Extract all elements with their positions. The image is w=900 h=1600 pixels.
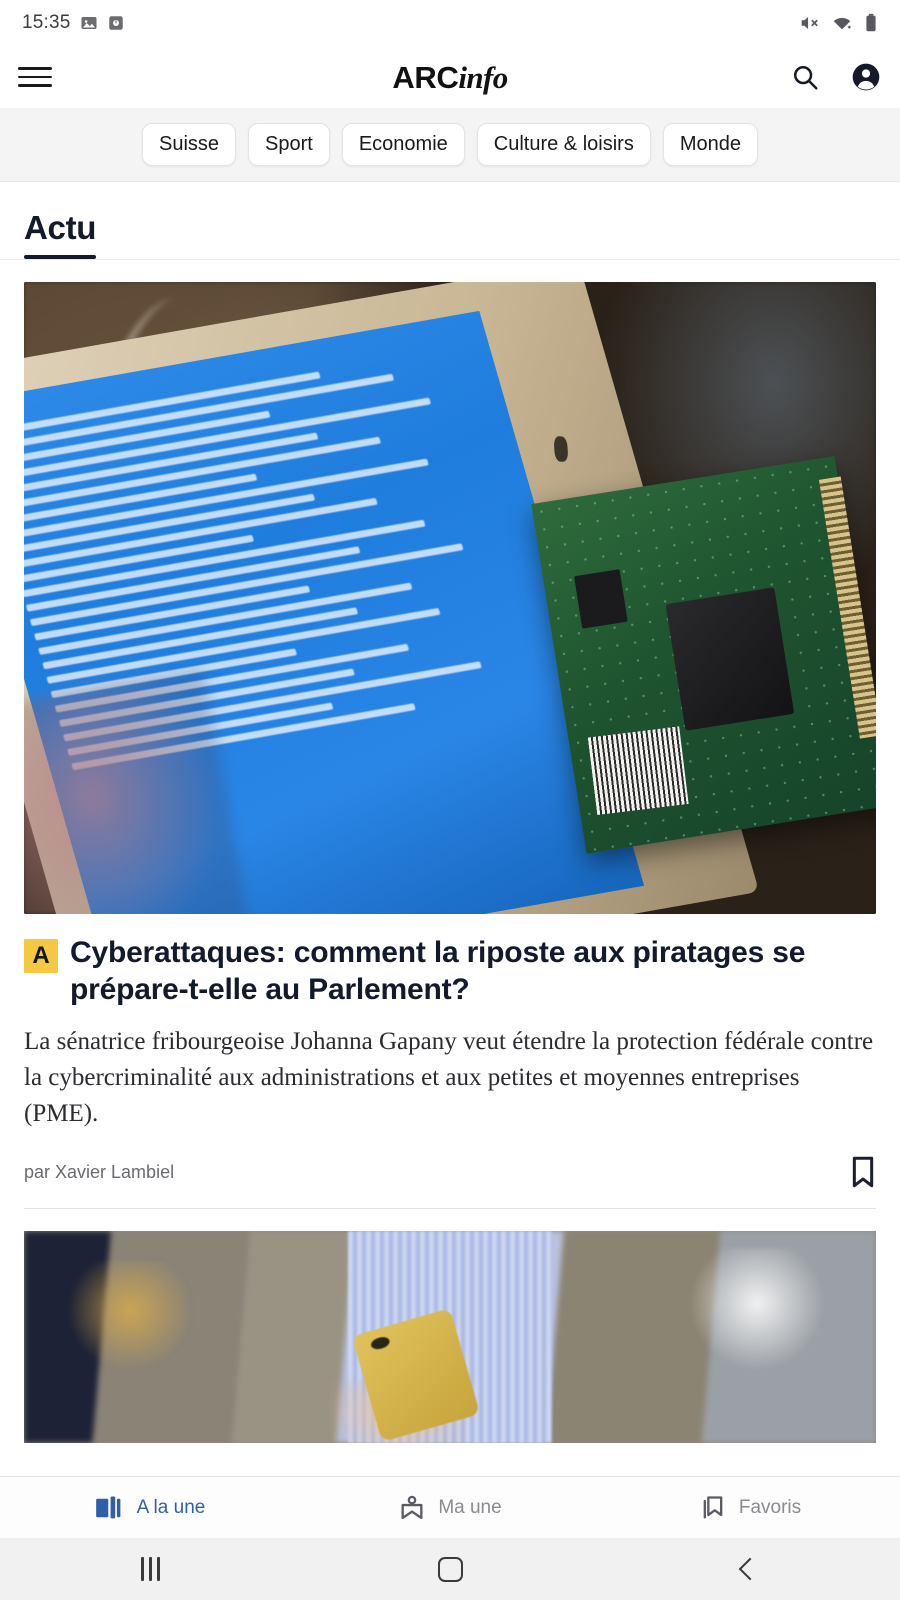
article-footer: par Xavier Lambiel — [24, 1156, 876, 1208]
android-system-nav — [0, 1538, 900, 1600]
category-chip-economie[interactable]: Economie — [341, 123, 465, 166]
status-bar-clock: 15:35 — [22, 12, 71, 33]
category-chip-monde[interactable]: Monde — [662, 123, 758, 166]
battery-icon — [866, 13, 876, 32]
article-card-primary[interactable]: A Cyberattaques: comment la riposte aux … — [24, 260, 876, 1210]
category-chip-sport[interactable]: Sport — [248, 123, 330, 166]
bottom-nav-label-a-la-une: A la une — [136, 1496, 206, 1518]
status-bar: 15:35 — [0, 0, 900, 46]
bottom-nav-label-ma-une: Ma une — [438, 1496, 502, 1518]
app-logo: ARCinfo — [0, 62, 900, 93]
app-header-actions — [790, 61, 882, 93]
bottom-nav-ma-une[interactable]: Ma une — [300, 1494, 600, 1522]
mute-icon — [801, 17, 818, 29]
article-title[interactable]: Cyberattaques: comment la riposte aux pi… — [70, 934, 876, 1008]
recents-icon[interactable] — [0, 1557, 300, 1581]
photo2-gold-chair — [66, 1261, 195, 1372]
category-chip-culture-loisirs[interactable]: Culture & loisirs — [476, 123, 651, 166]
status-bar-right — [798, 12, 878, 34]
status-bar-left: 15:35 — [22, 12, 125, 34]
logo-text-info: info — [458, 59, 508, 95]
category-chip-suisse[interactable]: Suisse — [142, 123, 237, 166]
bottom-nav-a-la-une[interactable]: A la une — [0, 1495, 300, 1521]
section-tab-bar: Actu — [0, 182, 900, 260]
photo-circuit-board — [530, 456, 876, 854]
image-icon — [81, 17, 97, 29]
category-chip-bar: Suisse Sport Economie Culture & loisirs … — [0, 108, 900, 182]
app-header: ARCinfo — [0, 46, 900, 108]
search-icon[interactable] — [790, 62, 820, 92]
pcb-barcode — [587, 725, 689, 815]
pcb-main-chip — [664, 587, 794, 731]
article-lead: La sénatrice fribourgeoise Johanna Gapan… — [24, 1028, 874, 1128]
bottom-nav-favoris[interactable]: Favoris — [600, 1494, 900, 1522]
bookmarks-stack-icon — [703, 1495, 723, 1518]
article-card-secondary[interactable] — [24, 1209, 876, 1444]
personal-feed-icon — [401, 1495, 423, 1519]
pcb-small-chip — [573, 568, 627, 629]
back-icon[interactable] — [600, 1557, 900, 1581]
bottom-navigation: A la une Ma une Favoris — [0, 1476, 900, 1538]
article-headline-row: A Cyberattaques: comment la riposte aux … — [24, 934, 876, 1008]
logo-text-arc: ARC — [392, 59, 459, 95]
article-author: par Xavier Lambiel — [24, 1161, 175, 1182]
tab-actu[interactable]: Actu — [24, 209, 96, 259]
account-circle-icon[interactable] — [850, 61, 882, 93]
premium-badge: A — [24, 939, 58, 973]
open-book-icon — [95, 1495, 121, 1518]
article-image-phone[interactable] — [24, 1231, 876, 1444]
app-screen: 15:35 ARCinfo Suisse Sport Economie Cult… — [0, 0, 900, 1600]
article-feed: A Cyberattaques: comment la riposte aux … — [0, 260, 900, 1476]
bookmark-outline-icon[interactable] — [850, 1156, 876, 1188]
hamburger-menu-icon[interactable] — [18, 64, 52, 90]
bottom-nav-label-favoris: Favoris — [738, 1496, 802, 1518]
home-icon[interactable] — [300, 1556, 600, 1582]
wifi-icon — [833, 17, 851, 30]
screenshot-icon — [108, 16, 123, 30]
article-image-cyberattaques[interactable] — [24, 282, 876, 914]
photo2-white-shape — [688, 1248, 825, 1372]
